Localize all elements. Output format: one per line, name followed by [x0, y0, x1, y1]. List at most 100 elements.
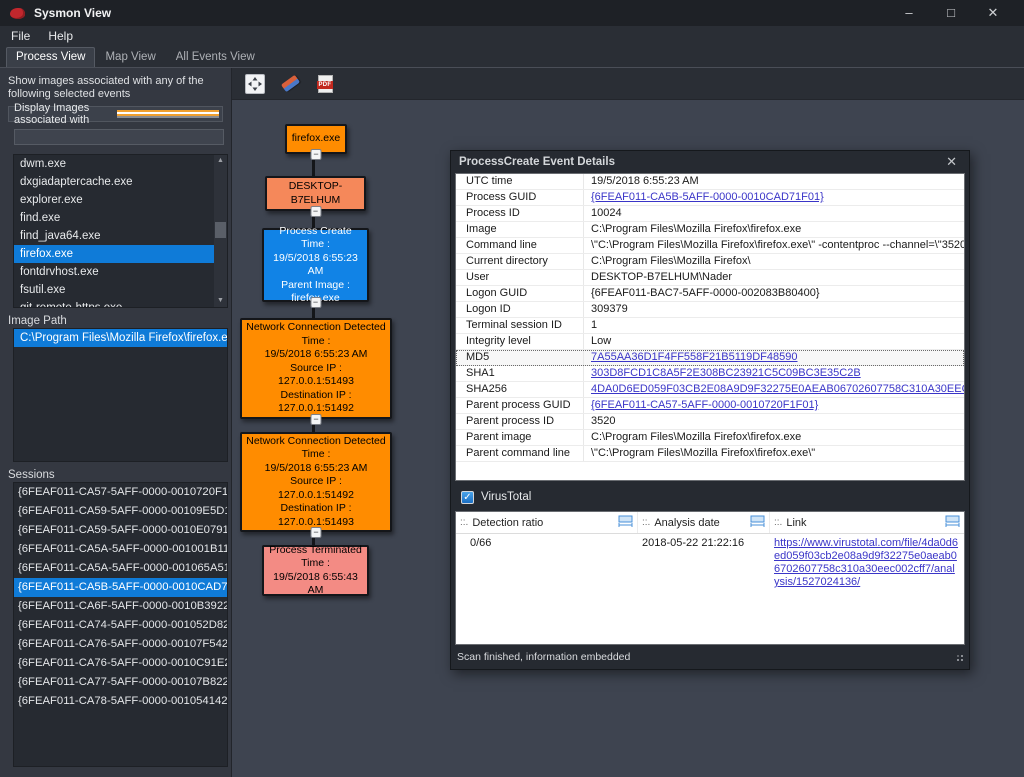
scroll-up-icon[interactable]: ▲ [217, 155, 224, 167]
image-list-item[interactable]: fontdrvhost.exe [14, 263, 227, 281]
detail-field-label: Logon GUID [456, 286, 584, 301]
session-list-item[interactable]: {6FEAF011-CA76-5AFF-0000-0010C91E2501} [14, 654, 227, 673]
column-resize-icon[interactable] [618, 515, 633, 530]
image-list-item[interactable]: find.exe [14, 209, 227, 227]
detail-row[interactable]: Parent process ID3520 [456, 414, 964, 430]
detail-field-label: Parent process ID [456, 414, 584, 429]
session-list-item[interactable]: {6FEAF011-CA59-5AFF-0000-0010E0791F01} [14, 521, 227, 540]
collapse-toggle-icon[interactable]: − [310, 297, 321, 308]
detail-row[interactable]: Current directoryC:\Program Files\Mozill… [456, 254, 964, 270]
session-list-item[interactable]: {6FEAF011-CA6F-5AFF-0000-0010B3922001} [14, 597, 227, 616]
minimize-button[interactable]: – [888, 5, 930, 21]
virustotal-link[interactable]: https://www.virustotal.com/file/4da0d6ed… [770, 537, 964, 589]
vt-column-header-analysis-date[interactable]: ::.Analysis date [638, 512, 770, 533]
detail-field-value[interactable]: 303D8FCD1C8A5F2E308BC23921C5C09BC3E35C2B [584, 366, 964, 381]
session-list-item[interactable]: {6FEAF011-CA5A-5AFF-0000-001001B11F01} [14, 540, 227, 559]
image-path-label: Image Path [8, 315, 231, 327]
host-node[interactable]: DESKTOP-B7ELHUM− [265, 176, 366, 211]
detail-row[interactable]: Process GUID{6FEAF011-CA5B-5AFF-0000-001… [456, 190, 964, 206]
column-resize-icon[interactable] [945, 515, 960, 530]
detail-row[interactable]: Terminal session ID1 [456, 318, 964, 334]
menu-file[interactable]: File [2, 27, 39, 45]
detail-field-value: 10024 [584, 206, 964, 221]
detail-field-label: Integrity level [456, 334, 584, 349]
window-controls: – □ ✕ [888, 5, 1014, 21]
collapse-toggle-icon[interactable]: − [311, 527, 322, 538]
menu-help[interactable]: Help [39, 27, 82, 45]
session-list-item[interactable]: {6FEAF011-CA76-5AFF-0000-00107F542501} [14, 635, 227, 654]
detail-field-value[interactable]: {6FEAF011-CA57-5AFF-0000-0010720F1F01} [584, 398, 964, 413]
detail-field-value[interactable]: 4DA0D6ED059F03CB2E08A9D9F32275E0AEAB0670… [584, 382, 964, 397]
session-list-item[interactable]: {6FEAF011-CA78-5AFF-0000-001054142601} [14, 692, 227, 711]
image-list-item[interactable]: firefox.exe [14, 245, 227, 263]
network-connection-node-1[interactable]: Network Connection DetectedTime :19/5/20… [240, 318, 392, 419]
virustotal-checkbox[interactable]: ✓ [461, 491, 474, 504]
collapse-toggle-icon[interactable]: − [311, 149, 322, 160]
image-path-list: C:\Program Files\Mozilla Firefox\firefox… [13, 328, 228, 462]
detail-field-value: 3520 [584, 414, 964, 429]
network-connection-node-2[interactable]: Network Connection DetectedTime :19/5/20… [240, 432, 392, 532]
detail-field-value[interactable]: {6FEAF011-CA5B-5AFF-0000-0010CAD71F01} [584, 190, 964, 205]
detail-row[interactable]: Integrity levelLow [456, 334, 964, 350]
tab-all-events-view[interactable]: All Events View [166, 47, 265, 67]
detail-row[interactable]: Command line\"C:\Program Files\Mozilla F… [456, 238, 964, 254]
image-node[interactable]: firefox.exe− [285, 124, 347, 154]
detail-row[interactable]: Parent imageC:\Program Files\Mozilla Fir… [456, 430, 964, 446]
fit-view-icon [248, 77, 262, 91]
display-images-button[interactable]: Display Images associated with [8, 106, 223, 122]
image-list-item[interactable]: find_java64.exe [14, 227, 227, 245]
session-list-item[interactable]: {6FEAF011-CA5A-5AFF-0000-001065A51F01} [14, 559, 227, 578]
detail-row[interactable]: MD57A55AA36D1F4FF558F21B5119DF48590 [456, 350, 964, 366]
detail-field-value: 19/5/2018 6:55:23 AM [584, 174, 964, 189]
image-list-item[interactable]: explorer.exe [14, 191, 227, 209]
export-pdf-button[interactable]: PDF [315, 74, 335, 94]
detail-field-value[interactable]: 7A55AA36D1F4FF558F21B5119DF48590 [584, 350, 964, 365]
detail-row[interactable]: SHA2564DA0D6ED059F03CB2E08A9D9F32275E0AE… [456, 382, 964, 398]
tab-process-view[interactable]: Process View [6, 47, 95, 67]
virustotal-table: ::.Detection ratio::.Analysis date::.Lin… [455, 511, 965, 645]
event-details-titlebar[interactable]: ProcessCreate Event Details ✕ [455, 151, 965, 173]
detail-field-label: Parent image [456, 430, 584, 445]
scroll-down-icon[interactable]: ▼ [217, 295, 224, 307]
detail-row[interactable]: UTC time19/5/2018 6:55:23 AM [456, 174, 964, 190]
image-path-item[interactable]: C:\Program Files\Mozilla Firefox\firefox… [14, 329, 227, 347]
column-resize-icon[interactable] [750, 515, 765, 530]
vt-column-header-detection-ratio[interactable]: ::.Detection ratio [456, 512, 638, 533]
eraser-button[interactable] [280, 74, 300, 94]
resize-grip[interactable] [954, 652, 963, 661]
panel-close-icon[interactable]: ✕ [942, 154, 961, 170]
detail-row[interactable]: Logon ID309379 [456, 302, 964, 318]
scrollbar-thumb[interactable] [215, 222, 226, 238]
detail-field-label: Process ID [456, 206, 584, 221]
detail-row[interactable]: UserDESKTOP-B7ELHUM\Nader [456, 270, 964, 286]
close-button[interactable]: ✕ [972, 5, 1014, 21]
process-terminated-node[interactable]: Process TerminatedTime :19/5/2018 6:55:4… [262, 545, 369, 596]
image-list-item[interactable]: dxgiadaptercache.exe [14, 173, 227, 191]
window-title: Sysmon View [34, 6, 111, 20]
detail-row[interactable]: SHA1303D8FCD1C8A5F2E308BC23921C5C09BC3E3… [456, 366, 964, 382]
image-list-item[interactable]: fsutil.exe [14, 281, 227, 299]
session-list-item[interactable]: {6FEAF011-CA59-5AFF-0000-00109E5D1F01} [14, 502, 227, 521]
detail-row[interactable]: Parent process GUID{6FEAF011-CA57-5AFF-0… [456, 398, 964, 414]
collapse-toggle-icon[interactable]: − [310, 206, 321, 217]
export-pdf-icon: PDF [318, 75, 333, 93]
image-list-item[interactable]: git-remote-https.exe [14, 299, 227, 308]
image-list-item[interactable]: dwm.exe [14, 155, 227, 173]
analysis-date-value: 2018-05-22 21:22:16 [638, 537, 770, 589]
maximize-button[interactable]: □ [930, 5, 972, 21]
detail-row[interactable]: Process ID10024 [456, 206, 964, 222]
session-list-item[interactable]: {6FEAF011-CA57-5AFF-0000-0010720F1F01} [14, 483, 227, 502]
tab-map-view[interactable]: Map View [95, 47, 165, 67]
image-filter-input[interactable] [14, 129, 224, 145]
detail-row[interactable]: Logon GUID{6FEAF011-BAC7-5AFF-0000-00208… [456, 286, 964, 302]
session-list-item[interactable]: {6FEAF011-CA5B-5AFF-0000-0010CAD71F01} [14, 578, 227, 597]
vt-column-header-link[interactable]: ::.Link [770, 512, 964, 533]
session-list-item[interactable]: {6FEAF011-CA77-5AFF-0000-00107B822501} [14, 673, 227, 692]
process-create-node[interactable]: Process CreateTime :19/5/2018 6:55:23 AM… [262, 228, 369, 302]
session-list-item[interactable]: {6FEAF011-CA74-5AFF-0000-001052D82301} [14, 616, 227, 635]
collapse-toggle-icon[interactable]: − [311, 414, 322, 425]
detail-row[interactable]: ImageC:\Program Files\Mozilla Firefox\fi… [456, 222, 964, 238]
detail-row[interactable]: Parent command line\"C:\Program Files\Mo… [456, 446, 964, 462]
fit-view-button[interactable] [245, 74, 265, 94]
images-list-scrollbar[interactable]: ▲ ▼ [214, 155, 227, 307]
